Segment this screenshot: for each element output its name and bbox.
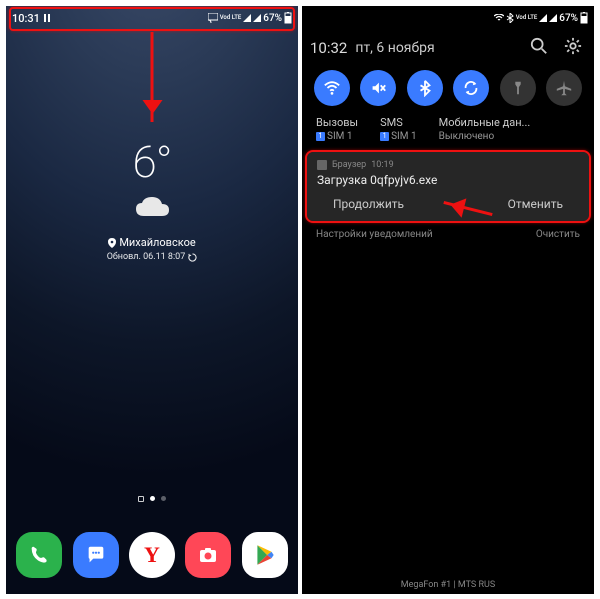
annotation-highlight	[9, 7, 295, 31]
chat-icon	[85, 544, 107, 566]
home-screen: 10:31 Vod LTE 67% 6° Михайловское Обновл…	[6, 6, 298, 594]
app-yandex[interactable]: Y	[129, 532, 175, 578]
sim-badge-icon: 1	[380, 132, 389, 141]
camera-icon	[196, 543, 220, 567]
bluetooth-icon	[506, 13, 514, 23]
qs-sync[interactable]	[453, 70, 489, 106]
annotation-arrow-down	[151, 32, 154, 122]
carrier-label: MegaFon #1 | MTS RUS	[302, 580, 594, 590]
flashlight-icon	[509, 79, 527, 97]
shade-time: 10:32	[310, 39, 347, 57]
weather-widget[interactable]: 6° Михайловское Обновл. 06.11 8:07	[6, 136, 298, 262]
search-icon	[530, 37, 548, 55]
page-dot	[161, 496, 166, 501]
sim-settings: Вызовы 1SIM 1 SMS 1SIM 1 Мобильные дан..…	[302, 116, 594, 152]
notification-card[interactable]: Браузер 10:19 Загрузка 0qfpyjv6.exe Прод…	[307, 152, 589, 221]
temperature: 6°	[6, 136, 298, 188]
sync-icon	[462, 79, 480, 97]
home-page-dot	[138, 496, 144, 502]
phone-icon	[28, 544, 50, 566]
qs-sound[interactable]	[360, 70, 396, 106]
network-label: Vod LTE	[516, 15, 538, 21]
sim-badge-icon: 1	[316, 132, 325, 141]
wifi-icon	[323, 79, 341, 97]
gear-icon	[564, 37, 582, 55]
weather-updated: Обновл. 06.11 8:07	[6, 252, 298, 262]
search-button[interactable]	[526, 33, 552, 63]
app-play-store[interactable]	[242, 532, 288, 578]
weather-location: Михайловское	[6, 236, 298, 249]
status-bar: Vod LTE 67%	[302, 6, 594, 30]
yandex-icon: Y	[144, 542, 160, 568]
pin-icon	[108, 238, 116, 248]
quick-settings	[302, 66, 594, 116]
sim-sms[interactable]: SMS 1SIM 1	[380, 116, 417, 142]
qs-bluetooth[interactable]	[407, 70, 443, 106]
sim-data[interactable]: Мобильные дан... Выключено	[439, 116, 531, 142]
qs-airplane[interactable]	[546, 70, 582, 106]
app-camera[interactable]	[185, 532, 231, 578]
play-store-icon	[252, 542, 278, 568]
cloud-icon	[132, 194, 172, 220]
qs-wifi[interactable]	[314, 70, 350, 106]
wifi-icon	[494, 14, 504, 22]
airplane-icon	[555, 79, 573, 97]
settings-button[interactable]	[560, 33, 586, 63]
mute-icon	[369, 79, 387, 97]
shade-header: 10:32 пт, 6 ноября	[302, 30, 594, 66]
page-dot	[150, 496, 155, 501]
app-phone[interactable]	[16, 532, 62, 578]
notification-shade: Vod LTE 67% 10:32 пт, 6 ноября Вызовы 1S…	[302, 6, 594, 594]
shade-date: пт, 6 ноября	[355, 40, 518, 56]
sim-calls[interactable]: Вызовы 1SIM 1	[316, 116, 358, 142]
battery-pct: 67%	[559, 13, 578, 24]
bluetooth-icon	[416, 79, 434, 97]
signal-icon	[549, 14, 557, 22]
page-indicator	[6, 496, 298, 502]
notification-settings-link[interactable]: Настройки уведомлений	[316, 229, 433, 240]
qs-flashlight[interactable]	[500, 70, 536, 106]
app-messages[interactable]	[73, 532, 119, 578]
dock: Y	[6, 532, 298, 578]
clear-all-button[interactable]: Очистить	[536, 229, 580, 240]
signal-icon	[539, 14, 547, 22]
refresh-icon	[188, 253, 197, 262]
shade-footer: Настройки уведомлений Очистить	[302, 221, 594, 240]
battery-icon	[580, 12, 588, 24]
